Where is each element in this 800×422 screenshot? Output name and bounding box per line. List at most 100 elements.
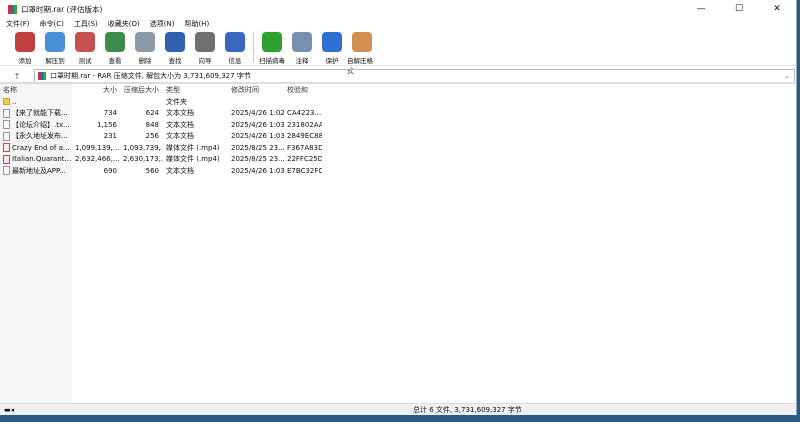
file-modified: 2025/4/26 1:02 [231,109,284,118]
file-modified: 2025/8/25 23... [231,143,284,152]
file-size: 1,099,139,... [75,143,120,152]
toolbar-button-7[interactable]: 信息 [220,32,250,65]
column-type[interactable]: 类型 [162,85,228,95]
media-file-icon [3,154,10,164]
menu-item-5[interactable]: 帮助(H) [184,19,209,29]
file-size: 1,156 [96,120,117,129]
menu-item-1[interactable]: 命令(C) [40,19,64,29]
file-modified: 2025/4/26 1:03 [231,120,284,129]
toolbar-button-5[interactable]: 查找 [160,32,190,65]
file-name: 【论坛介绍】.tx... [12,120,70,129]
menu-item-2[interactable]: 工具(S) [74,19,98,29]
menu-item-3[interactable]: 收藏夹(O) [108,19,140,29]
toolbar: 添加 解压到 测试 查看 删除 查找 向导 信息 扫描病毒 注释 保护 自解压格式 [0,30,796,75]
file-row[interactable]: 【永久地址发布... 231 256 文本文档 2025/4/26 1:03 2849EC… [0,131,796,143]
file-crc: 22FFC25D [287,155,322,164]
toolbar-button-8[interactable]: 扫描病毒 [257,32,287,65]
find-icon [165,32,185,52]
toolbar-button-10[interactable]: 保护 [317,32,347,65]
archive-icon [38,72,46,80]
file-row[interactable]: Crazy End of a... 1,099,139,... 1,093,739,… [0,142,796,154]
file-row[interactable]: 最新地址及APP... 690 560 文本文档 2025/4/26 1:03 E7BC3… [0,165,796,177]
up-arrow-button[interactable]: ↑ [0,72,34,81]
column-crc[interactable]: 校验和 [284,85,322,95]
file-name: 【永久地址发布... [12,132,68,141]
test-icon [75,32,95,52]
status-text: 总计 6 文件, 3,731,609,327 字节 [413,405,522,414]
file-modified: 2025/8/25 23... [231,155,284,164]
file-size: 734 [103,109,117,118]
winrar-window: 口罩时期.rar (评估版本) — ☐ ✕ 文件(F) 命令(C) 工具(S) 收藏夹… [0,0,797,415]
column-modified[interactable]: 修改时间 [228,85,284,95]
file-crc: 231802AA [287,120,322,129]
winrar-logo-icon [8,4,17,14]
file-row[interactable]: 【论坛介绍】.tx... 1,156 848 文本文档 2025/4/26 1:03 23… [0,119,796,131]
toolbar-label: 保护 [325,57,339,65]
toolbar-separator [253,32,254,62]
file-name: Italian.Quarant... [12,155,72,164]
file-crc: E7BC32FC [287,166,322,175]
toolbar-button-3[interactable]: 查看 [100,32,130,65]
file-type: 文本文档 [166,132,194,141]
text-file-icon [3,166,10,176]
file-list: 名称 大小 压缩后大小 类型 修改时间 校验和 .. 文件夹 【来了就能下载... 7… [0,82,796,403]
toolbar-label: 信息 [228,57,242,65]
toolbar-button-4[interactable]: 删除 [130,32,160,65]
file-type: 媒体文件 (.mp4) [166,143,220,152]
toolbar-label: 删除 [138,57,152,65]
toolbar-label: 查找 [168,57,182,65]
file-type: 文件夹 [166,97,187,106]
file-crc: F367A83D [287,143,322,152]
text-file-icon [3,120,10,130]
toolbar-button-2[interactable]: 测试 [70,32,100,65]
media-file-icon [3,143,10,153]
file-row[interactable]: .. 文件夹 [0,96,796,108]
status-bar: ▬◂ 总计 6 文件, 3,731,609,327 字节 [0,403,796,415]
add-icon [15,32,35,52]
toolbar-label: 添加 [18,57,32,65]
info-icon [225,32,245,52]
wizard-icon [195,32,215,52]
file-packed: 560 [145,166,159,175]
close-button[interactable]: ✕ [758,4,796,14]
text-file-icon [3,131,10,141]
file-packed: 624 [145,109,159,118]
toolbar-button-6[interactable]: 向导 [190,32,220,65]
file-size: 690 [103,166,117,175]
file-crc: CA4223... [287,109,322,118]
toolbar-button-1[interactable]: 解压到 [40,32,70,65]
column-packed[interactable]: 压缩后大小 [120,85,162,95]
file-name: Crazy End of a... [12,143,70,152]
menu-item-4[interactable]: 选项(N) [150,19,175,29]
toolbar-button-0[interactable]: 添加 [10,32,40,65]
file-name: 【来了就能下载... [12,109,68,118]
address-field[interactable]: 口罩时期.rar - RAR 压缩文件, 解包大小为 3,731,609,327… [34,69,795,83]
maximize-button[interactable]: ☐ [720,4,758,14]
file-type: 文本文档 [166,120,194,129]
column-name[interactable]: 名称 [0,85,72,95]
file-crc: 2849EC88 [287,132,322,141]
file-size: 2,632,466,... [75,155,120,164]
file-type: 文本文档 [166,109,194,118]
file-packed: 256 [145,132,159,141]
file-row[interactable]: Italian.Quarant... 2,632,466,... 2,630,173… [0,154,796,166]
file-type: 文本文档 [166,166,194,175]
menu-bar: 文件(F) 命令(C) 工具(S) 收藏夹(O) 选项(N) 帮助(H) [0,18,796,30]
toolbar-label: 向导 [198,57,212,65]
toolbar-label: 查看 [108,57,122,65]
column-size[interactable]: 大小 [72,85,120,95]
extract-folder-icon [45,32,65,52]
list-header: 名称 大小 压缩后大小 类型 修改时间 校验和 [0,84,796,96]
file-packed: 848 [145,120,159,129]
virus-scan-icon [262,32,282,52]
chevron-down-icon[interactable]: ⌄ [784,72,790,80]
title-bar: 口罩时期.rar (评估版本) — ☐ ✕ [0,0,796,18]
file-row[interactable]: 【来了就能下载... 734 624 文本文档 2025/4/26 1:02 CA4223… [0,108,796,120]
file-type: 媒体文件 (.mp4) [166,155,220,164]
minimize-button[interactable]: — [682,4,720,14]
file-packed: 2,630,173,... [123,155,162,164]
menu-item-0[interactable]: 文件(F) [6,19,30,29]
toolbar-button-9[interactable]: 注释 [287,32,317,65]
window-title: 口罩时期.rar (评估版本) [21,4,103,14]
text-file-icon [3,108,10,118]
